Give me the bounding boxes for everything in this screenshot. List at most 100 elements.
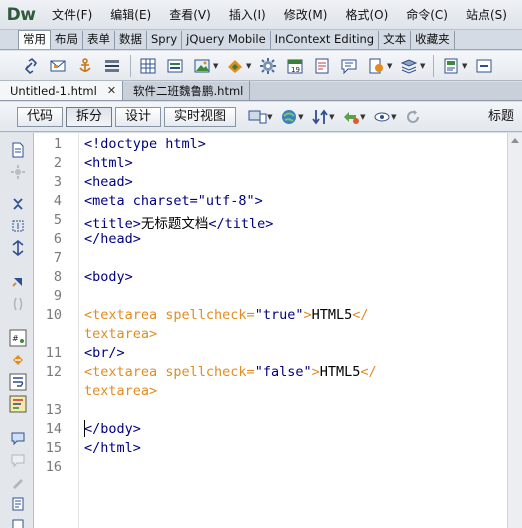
apply-comment-icon[interactable]: [9, 429, 27, 447]
svg-text:19: 19: [291, 66, 300, 74]
syntax-coloring-icon[interactable]: [9, 395, 27, 413]
named-anchor-icon[interactable]: [74, 56, 96, 76]
chevron-down-icon[interactable]: ▼: [462, 62, 470, 70]
code-line[interactable]: </head>: [84, 231, 141, 247]
select-parent-tag-icon[interactable]: [9, 273, 27, 291]
tab-jquery-mobile[interactable]: jQuery Mobile: [182, 31, 271, 49]
tab-incontext-editing[interactable]: InContext Editing: [271, 31, 380, 49]
code-line[interactable]: textarea>: [84, 326, 157, 342]
templates-icon[interactable]: [440, 56, 462, 76]
insert-div-icon[interactable]: [164, 56, 186, 76]
chevron-down-icon[interactable]: ▼: [420, 62, 428, 70]
refresh-icon[interactable]: [402, 107, 424, 127]
code-line[interactable]: <title>无标题文档</title>: [84, 212, 273, 232]
tab-spry[interactable]: Spry: [147, 31, 183, 49]
horizontal-rule-icon[interactable]: [101, 56, 123, 76]
script-icon[interactable]: [398, 56, 420, 76]
line-number: 10: [45, 307, 62, 323]
collapse-full-tag-icon[interactable]: [9, 195, 27, 213]
code-line[interactable]: </body>: [84, 421, 141, 437]
document-tab-untitled[interactable]: Untitled-1.html ✕: [0, 81, 124, 100]
comment-icon[interactable]: [338, 56, 360, 76]
code-token: <body>: [84, 269, 133, 285]
expand-all-icon[interactable]: [9, 239, 27, 257]
date-icon[interactable]: 19: [284, 56, 306, 76]
chevron-down-icon[interactable]: ▼: [246, 62, 254, 70]
code-token: textarea>: [84, 326, 158, 342]
code-token: <!doctype html>: [84, 136, 206, 152]
tab-text[interactable]: 文本: [379, 31, 412, 49]
file-management-icon[interactable]: [309, 107, 331, 127]
move-css-icon[interactable]: [9, 517, 27, 528]
code-token: >: [303, 307, 312, 323]
code-token: <head>: [84, 174, 133, 190]
code-line[interactable]: </html>: [84, 440, 141, 456]
balance-braces-icon[interactable]: [9, 295, 27, 313]
code-token: <meta charset="utf-8">: [84, 193, 263, 209]
word-wrap-icon[interactable]: [9, 373, 27, 391]
collapse-selection-icon[interactable]: [9, 217, 27, 235]
head-icon[interactable]: [365, 56, 387, 76]
images-icon[interactable]: [191, 56, 213, 76]
tag-chooser-icon[interactable]: [473, 56, 495, 76]
scroll-up-icon[interactable]: [511, 138, 519, 143]
design-view-button[interactable]: 设计: [115, 106, 162, 127]
toolbar-separator: [130, 54, 131, 77]
highlight-invalid-code-icon[interactable]: [9, 351, 27, 369]
code-line[interactable]: <html>: [84, 155, 133, 171]
visual-aids-icon[interactable]: [371, 107, 393, 127]
menu-insert[interactable]: 插入(I): [219, 0, 274, 30]
preview-browser-icon[interactable]: [278, 107, 300, 127]
menu-view[interactable]: 查看(V): [159, 0, 219, 30]
table-icon[interactable]: [137, 56, 159, 76]
dreamweaver-window: Dw 文件(F) 编辑(E) 查看(V) 插入(I) 修改(M) 格式(O) 命…: [0, 0, 522, 528]
menu-modify[interactable]: 修改(M): [274, 0, 336, 30]
wrap-tag-icon[interactable]: [9, 473, 27, 491]
chevron-down-icon[interactable]: ▼: [387, 62, 395, 70]
check-browser-icon[interactable]: [340, 107, 362, 127]
svg-text:#: #: [12, 334, 19, 343]
menu-format[interactable]: 格式(O): [335, 0, 396, 30]
widget-icon[interactable]: [257, 56, 279, 76]
media-icon[interactable]: [224, 56, 246, 76]
code-token: "true": [254, 307, 304, 323]
server-side-include-icon[interactable]: [311, 56, 333, 76]
multiscreen-icon[interactable]: [247, 107, 269, 127]
code-line[interactable]: <meta charset="utf-8">: [84, 193, 263, 209]
line-numbers-icon[interactable]: #: [9, 329, 27, 347]
menu-site[interactable]: 站点(S): [456, 0, 515, 30]
code-line[interactable]: <textarea spellcheck="false">HTML5</: [84, 364, 377, 380]
code-line[interactable]: <head>: [84, 174, 133, 190]
code-line[interactable]: <textarea spellcheck="true">HTML5</: [84, 307, 369, 323]
tab-forms[interactable]: 表单: [83, 31, 115, 49]
title-label: 标题: [488, 109, 515, 124]
menu-edit[interactable]: 编辑(E): [100, 0, 159, 30]
recent-snippets-icon[interactable]: [9, 495, 27, 513]
split-view-button[interactable]: 拆分: [66, 106, 113, 127]
close-icon[interactable]: ✕: [107, 84, 116, 97]
code-view-button[interactable]: 代码: [17, 106, 64, 127]
code-line[interactable]: <br/>: [84, 345, 125, 361]
code-token: <title>: [84, 216, 141, 232]
show-code-navigator-icon[interactable]: [9, 163, 27, 181]
tab-layout[interactable]: 布局: [51, 31, 83, 49]
code-token: >: [311, 364, 320, 380]
tab-common[interactable]: 常用: [18, 30, 51, 49]
code-token: </title>: [208, 216, 274, 232]
code-line[interactable]: <!doctype html>: [84, 136, 206, 152]
remove-comment-icon[interactable]: [9, 451, 27, 469]
chevron-down-icon[interactable]: ▼: [213, 62, 221, 70]
code-line[interactable]: <body>: [84, 269, 133, 285]
tab-data[interactable]: 数据: [115, 31, 147, 49]
live-view-button[interactable]: 实时视图: [164, 106, 237, 127]
menu-file[interactable]: 文件(F): [42, 0, 100, 30]
document-tab-second[interactable]: 软件二班魏鲁鹏.html: [123, 81, 251, 100]
hyperlink-icon[interactable]: [20, 56, 42, 76]
tab-favorites[interactable]: 收藏夹: [411, 31, 455, 49]
code-line[interactable]: textarea>: [84, 383, 157, 399]
vertical-scrollbar[interactable]: [507, 133, 522, 528]
menu-commands[interactable]: 命令(C): [396, 0, 456, 30]
open-documents-icon[interactable]: [9, 141, 27, 159]
email-link-icon[interactable]: [47, 56, 69, 76]
document-tab-label: 软件二班魏鲁鹏.html: [133, 83, 244, 98]
